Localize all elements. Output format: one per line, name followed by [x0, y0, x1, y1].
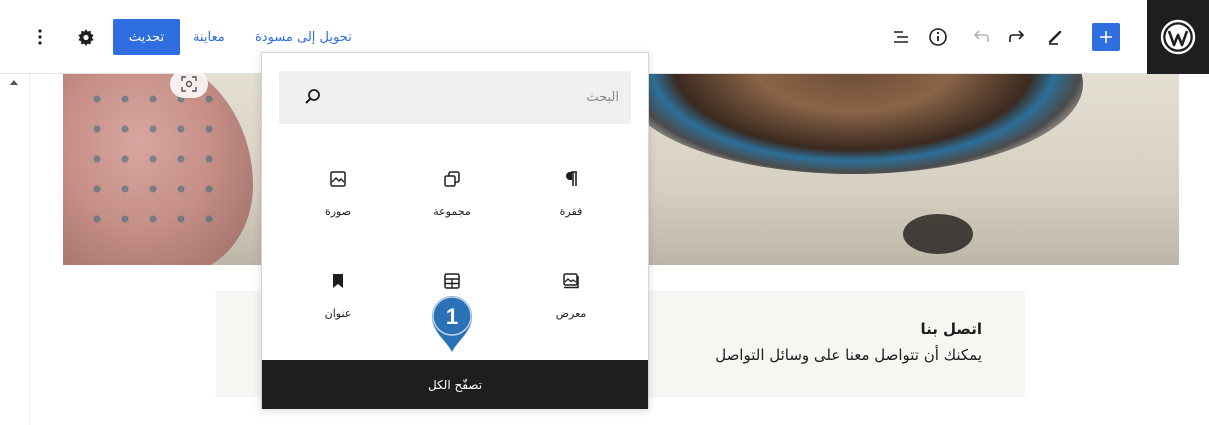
undo-icon	[973, 30, 989, 42]
focal-point-button[interactable]	[170, 70, 208, 98]
scroll-up-arrow-icon[interactable]	[10, 80, 18, 85]
table-icon	[440, 269, 464, 293]
more-vertical-icon	[38, 29, 42, 45]
redo-icon	[1009, 30, 1025, 42]
search-icon	[305, 89, 320, 104]
block-label: معرض	[555, 307, 587, 320]
wordpress-icon	[1160, 19, 1196, 55]
block-inserter-popover: فقرة مجموعة صورة	[261, 52, 649, 409]
block-label: فقرة	[559, 205, 583, 218]
callout-number: 1	[446, 304, 458, 329]
browse-all-button[interactable]: تصفّح الكل	[262, 360, 648, 409]
details-button[interactable]	[926, 25, 950, 49]
block-label: عنوان	[324, 307, 352, 320]
scrollbar[interactable]	[0, 74, 30, 425]
group-icon	[440, 167, 464, 191]
pencil-icon	[1048, 30, 1062, 45]
paragraph-icon	[559, 167, 583, 191]
callout-marker: 1	[432, 296, 472, 352]
block-label: صورة	[324, 205, 352, 218]
gear-icon	[78, 29, 94, 46]
inserter-search	[279, 71, 631, 124]
gallery-icon	[559, 269, 583, 293]
search-input[interactable]	[329, 71, 619, 124]
cover-pattern	[83, 84, 233, 244]
block-heading[interactable]: عنوان	[288, 259, 388, 343]
contact-paragraph[interactable]: يمكنك أن تتواصل معنا على وسائل التواصل	[715, 346, 982, 364]
block-group[interactable]: مجموعة	[402, 157, 502, 241]
info-icon	[929, 28, 947, 46]
options-button[interactable]	[28, 25, 52, 49]
contact-heading[interactable]: اتصل بنا	[920, 320, 982, 338]
plus-icon	[1100, 31, 1112, 43]
preview-link[interactable]: معاينة	[193, 30, 225, 45]
settings-button[interactable]	[74, 25, 98, 49]
undo-button[interactable]	[969, 25, 993, 49]
cover-shadow	[903, 214, 973, 254]
focal-point-icon	[181, 76, 197, 92]
block-label: مجموعة	[433, 205, 471, 218]
redo-button[interactable]	[1005, 25, 1029, 49]
add-block-button[interactable]	[1092, 23, 1120, 51]
update-button[interactable]: تحديث	[113, 19, 180, 55]
heading-icon	[326, 269, 350, 293]
image-icon	[326, 167, 350, 191]
convert-to-draft-link[interactable]: تحويل إلى مسودة	[255, 30, 352, 45]
list-view-button[interactable]	[889, 25, 913, 49]
block-paragraph[interactable]: فقرة	[521, 157, 621, 241]
edit-mode-button[interactable]	[1043, 25, 1067, 49]
list-view-icon	[894, 31, 908, 43]
editor-window: تحويل إلى مسودة معاينة تحديث اتصل بنا يم…	[0, 0, 1209, 425]
block-image[interactable]: صورة	[288, 157, 388, 241]
wordpress-logo[interactable]	[1147, 0, 1209, 74]
block-gallery[interactable]: معرض	[521, 259, 621, 343]
